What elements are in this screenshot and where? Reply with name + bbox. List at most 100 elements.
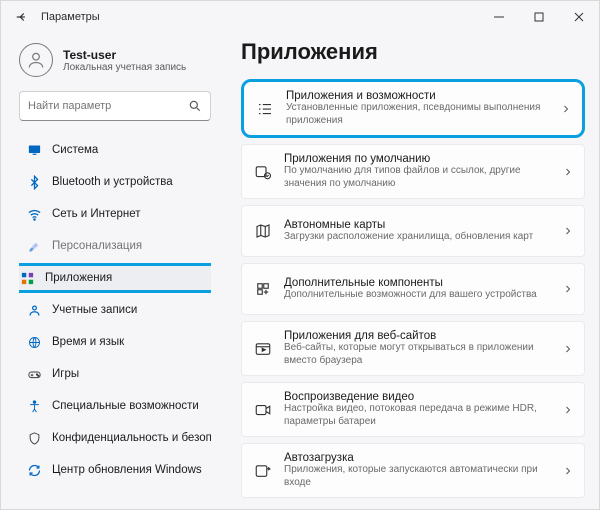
main-panel: Приложения Приложения и возможности Уста… [221,33,599,509]
card-text: Приложения по умолчанию По умолчанию для… [284,153,550,190]
sidebar-item-label: Время и язык [52,336,124,348]
card-subtitle: Загрузки расположение хранилища, обновле… [284,231,550,244]
card-startup[interactable]: Автозагрузка Приложения, которые запуска… [241,443,585,498]
sidebar-item-label: Конфиденциальность и безопас [52,432,211,444]
card-title: Автономные карты [284,219,550,231]
wifi-icon [27,207,42,222]
arrow-left-icon [15,10,29,24]
sidebar-item-accessibility[interactable]: Специальные возможности [19,391,211,421]
sidebar-item-bluetooth[interactable]: Bluetooth и устройства [19,167,211,197]
globe-icon [27,335,42,350]
components-icon [254,280,272,298]
list-icon [256,100,274,118]
card-subtitle: Настройка видео, потоковая передача в ре… [284,403,550,428]
content-area: Test-user Локальная учетная запись Систе… [1,33,599,509]
sidebar-item-label: Центр обновления Windows [52,464,202,476]
minimize-button[interactable] [479,1,519,33]
user-subtitle: Локальная учетная запись [63,62,186,73]
window-controls [479,1,599,33]
card-title: Приложения для веб-сайтов [284,330,550,342]
sidebar-item-network[interactable]: Сеть и Интернет [19,199,211,229]
display-icon [27,143,42,158]
sidebar-item-time-language[interactable]: Время и язык [19,327,211,357]
card-title: Приложения и возможности [286,90,548,102]
close-button[interactable] [559,1,599,33]
sidebar-item-label: Специальные возможности [52,400,199,412]
card-text: Автозагрузка Приложения, которые запуска… [284,452,550,489]
default-apps-icon [254,163,272,181]
page-title: Приложения [241,39,585,65]
card-title: Автозагрузка [284,452,550,464]
sidebar-item-label: Приложения [45,272,112,284]
sidebar-item-personalization[interactable]: Персонализация [19,231,211,261]
sidebar-item-label: Персонализация [52,240,142,252]
accounts-icon [27,303,42,318]
card-text: Воспроизведение видео Настройка видео, п… [284,391,550,428]
nav-list: Система Bluetooth и устройства Сеть и Ин… [19,135,211,485]
card-apps-features[interactable]: Приложения и возможности Установленные п… [241,79,585,138]
brush-icon [27,239,42,254]
chevron-right-icon [562,225,574,237]
sidebar-item-gaming[interactable]: Игры [19,359,211,389]
chevron-right-icon [562,465,574,477]
titlebar: Параметры [1,1,599,33]
card-subtitle: Дополнительные возможности для вашего ус… [284,289,550,302]
card-offline-maps[interactable]: Автономные карты Загрузки расположение х… [241,205,585,257]
sidebar-item-system[interactable]: Система [19,135,211,165]
gamepad-icon [27,367,42,382]
sidebar-item-label: Сеть и Интернет [52,208,141,220]
card-title: Воспроизведение видео [284,391,550,403]
user-profile[interactable]: Test-user Локальная учетная запись [19,43,211,77]
card-text: Приложения и возможности Установленные п… [286,90,548,127]
chevron-right-icon [562,283,574,295]
minimize-icon [494,12,504,22]
sidebar-item-label: Игры [52,368,79,380]
maximize-button[interactable] [519,1,559,33]
back-button[interactable] [13,8,31,26]
card-subtitle: Установленные приложения, псевдонимы вып… [286,102,548,127]
video-icon [254,401,272,419]
sidebar-item-apps[interactable]: Приложения [19,263,211,293]
search-input-wrapper[interactable] [19,91,211,121]
accessibility-icon [27,399,42,414]
startup-icon [254,462,272,480]
sidebar-item-accounts[interactable]: Учетные записи [19,295,211,325]
card-text: Приложения для веб-сайтов Веб-сайты, кот… [284,330,550,367]
card-subtitle: Веб-сайты, которые могут открываться в п… [284,342,550,367]
search-icon [188,99,202,113]
chevron-right-icon [562,166,574,178]
bluetooth-icon [27,175,42,190]
person-icon [26,50,46,70]
chevron-right-icon [560,103,572,115]
search-input[interactable] [28,100,188,112]
window-title: Параметры [41,11,479,23]
card-apps-websites[interactable]: Приложения для веб-сайтов Веб-сайты, кот… [241,321,585,376]
shield-icon [27,431,42,446]
card-text: Дополнительные компоненты Дополнительные… [284,277,550,302]
card-optional-features[interactable]: Дополнительные компоненты Дополнительные… [241,263,585,315]
card-video-playback[interactable]: Воспроизведение видео Настройка видео, п… [241,382,585,437]
avatar [19,43,53,77]
card-subtitle: Приложения, которые запускаются автомати… [284,464,550,489]
sidebar-item-label: Bluetooth и устройства [52,176,173,188]
map-icon [254,222,272,240]
sidebar-item-label: Система [52,144,98,156]
chevron-right-icon [562,404,574,416]
sidebar-item-label: Учетные записи [52,304,137,316]
card-title: Дополнительные компоненты [284,277,550,289]
card-subtitle: По умолчанию для типов файлов и ссылок, … [284,165,550,190]
website-icon [254,340,272,358]
user-text: Test-user Локальная учетная запись [63,48,186,73]
card-text: Автономные карты Загрузки расположение х… [284,219,550,244]
card-title: Приложения по умолчанию [284,153,550,165]
apps-icon [20,271,35,286]
user-name: Test-user [63,48,186,62]
settings-cards: Приложения и возможности Установленные п… [241,79,585,498]
sidebar-item-update[interactable]: Центр обновления Windows [19,455,211,485]
sidebar-item-privacy[interactable]: Конфиденциальность и безопас [19,423,211,453]
update-icon [27,463,42,478]
settings-window: Параметры Test-user Локальная учетная за… [0,0,600,510]
card-default-apps[interactable]: Приложения по умолчанию По умолчанию для… [241,144,585,199]
sidebar: Test-user Локальная учетная запись Систе… [1,33,221,509]
chevron-right-icon [562,343,574,355]
